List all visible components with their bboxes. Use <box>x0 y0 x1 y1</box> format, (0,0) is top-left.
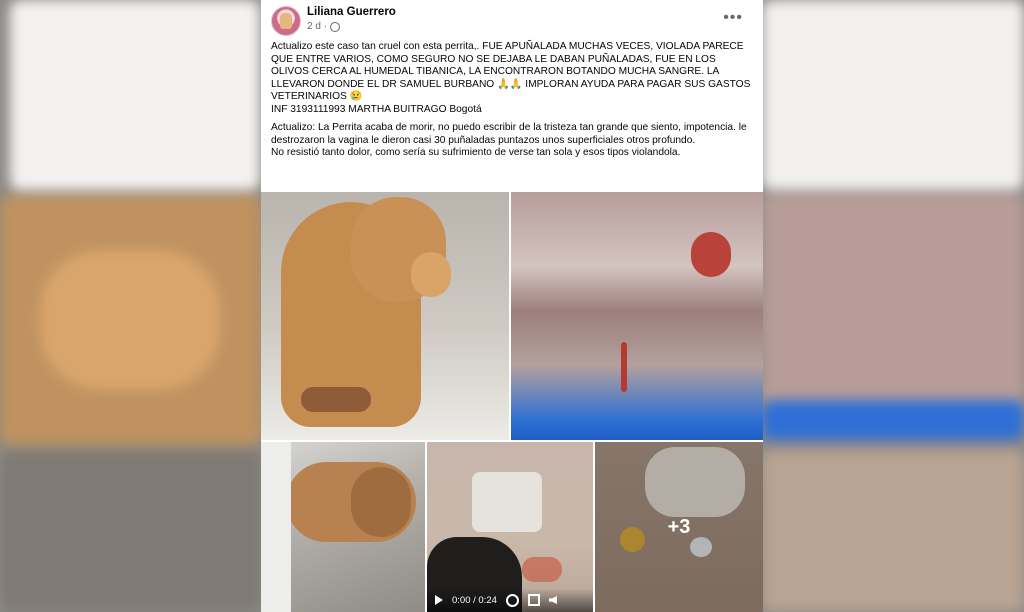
post-meta: 2 d · <box>307 21 341 32</box>
more-options-icon[interactable]: ••• <box>723 9 743 27</box>
gear-icon[interactable] <box>505 593 519 607</box>
more-photos-count[interactable]: +3 <box>595 442 763 612</box>
post-time[interactable]: 2 d <box>307 21 321 32</box>
expand-icon[interactable] <box>527 594 540 606</box>
video-controls: 0:00 / 0:24 <box>427 588 593 612</box>
globe-icon <box>330 21 341 32</box>
avatar[interactable] <box>271 6 301 36</box>
blurred-background-left <box>0 0 262 612</box>
mute-icon[interactable] <box>548 596 557 604</box>
video-time: 0:00 / 0:24 <box>452 594 497 606</box>
play-icon[interactable] <box>435 595 443 605</box>
photo-dog-on-table[interactable] <box>261 442 425 612</box>
facebook-post: Liliana Guerrero 2 d · ••• Actualizo est… <box>261 0 763 612</box>
blurred-background-right <box>762 0 1024 612</box>
post-paragraph: Actualizo: La Perrita acaba de morir, no… <box>271 122 747 158</box>
photo-more[interactable]: +3 <box>595 442 763 612</box>
post-header: Liliana Guerrero 2 d · ••• <box>271 6 753 36</box>
post-paragraph: Actualizo este caso tan cruel con esta p… <box>271 41 751 115</box>
video-thumbnail[interactable]: 0:00 / 0:24 <box>427 442 593 612</box>
photo-dog-sitting[interactable] <box>261 192 509 440</box>
photo-grid: 0:00 / 0:24 +3 <box>261 192 763 612</box>
photo-wound-closeup[interactable] <box>511 192 763 440</box>
author-name[interactable]: Liliana Guerrero <box>307 6 396 18</box>
post-text: Actualizo este caso tan cruel con esta p… <box>271 41 753 166</box>
